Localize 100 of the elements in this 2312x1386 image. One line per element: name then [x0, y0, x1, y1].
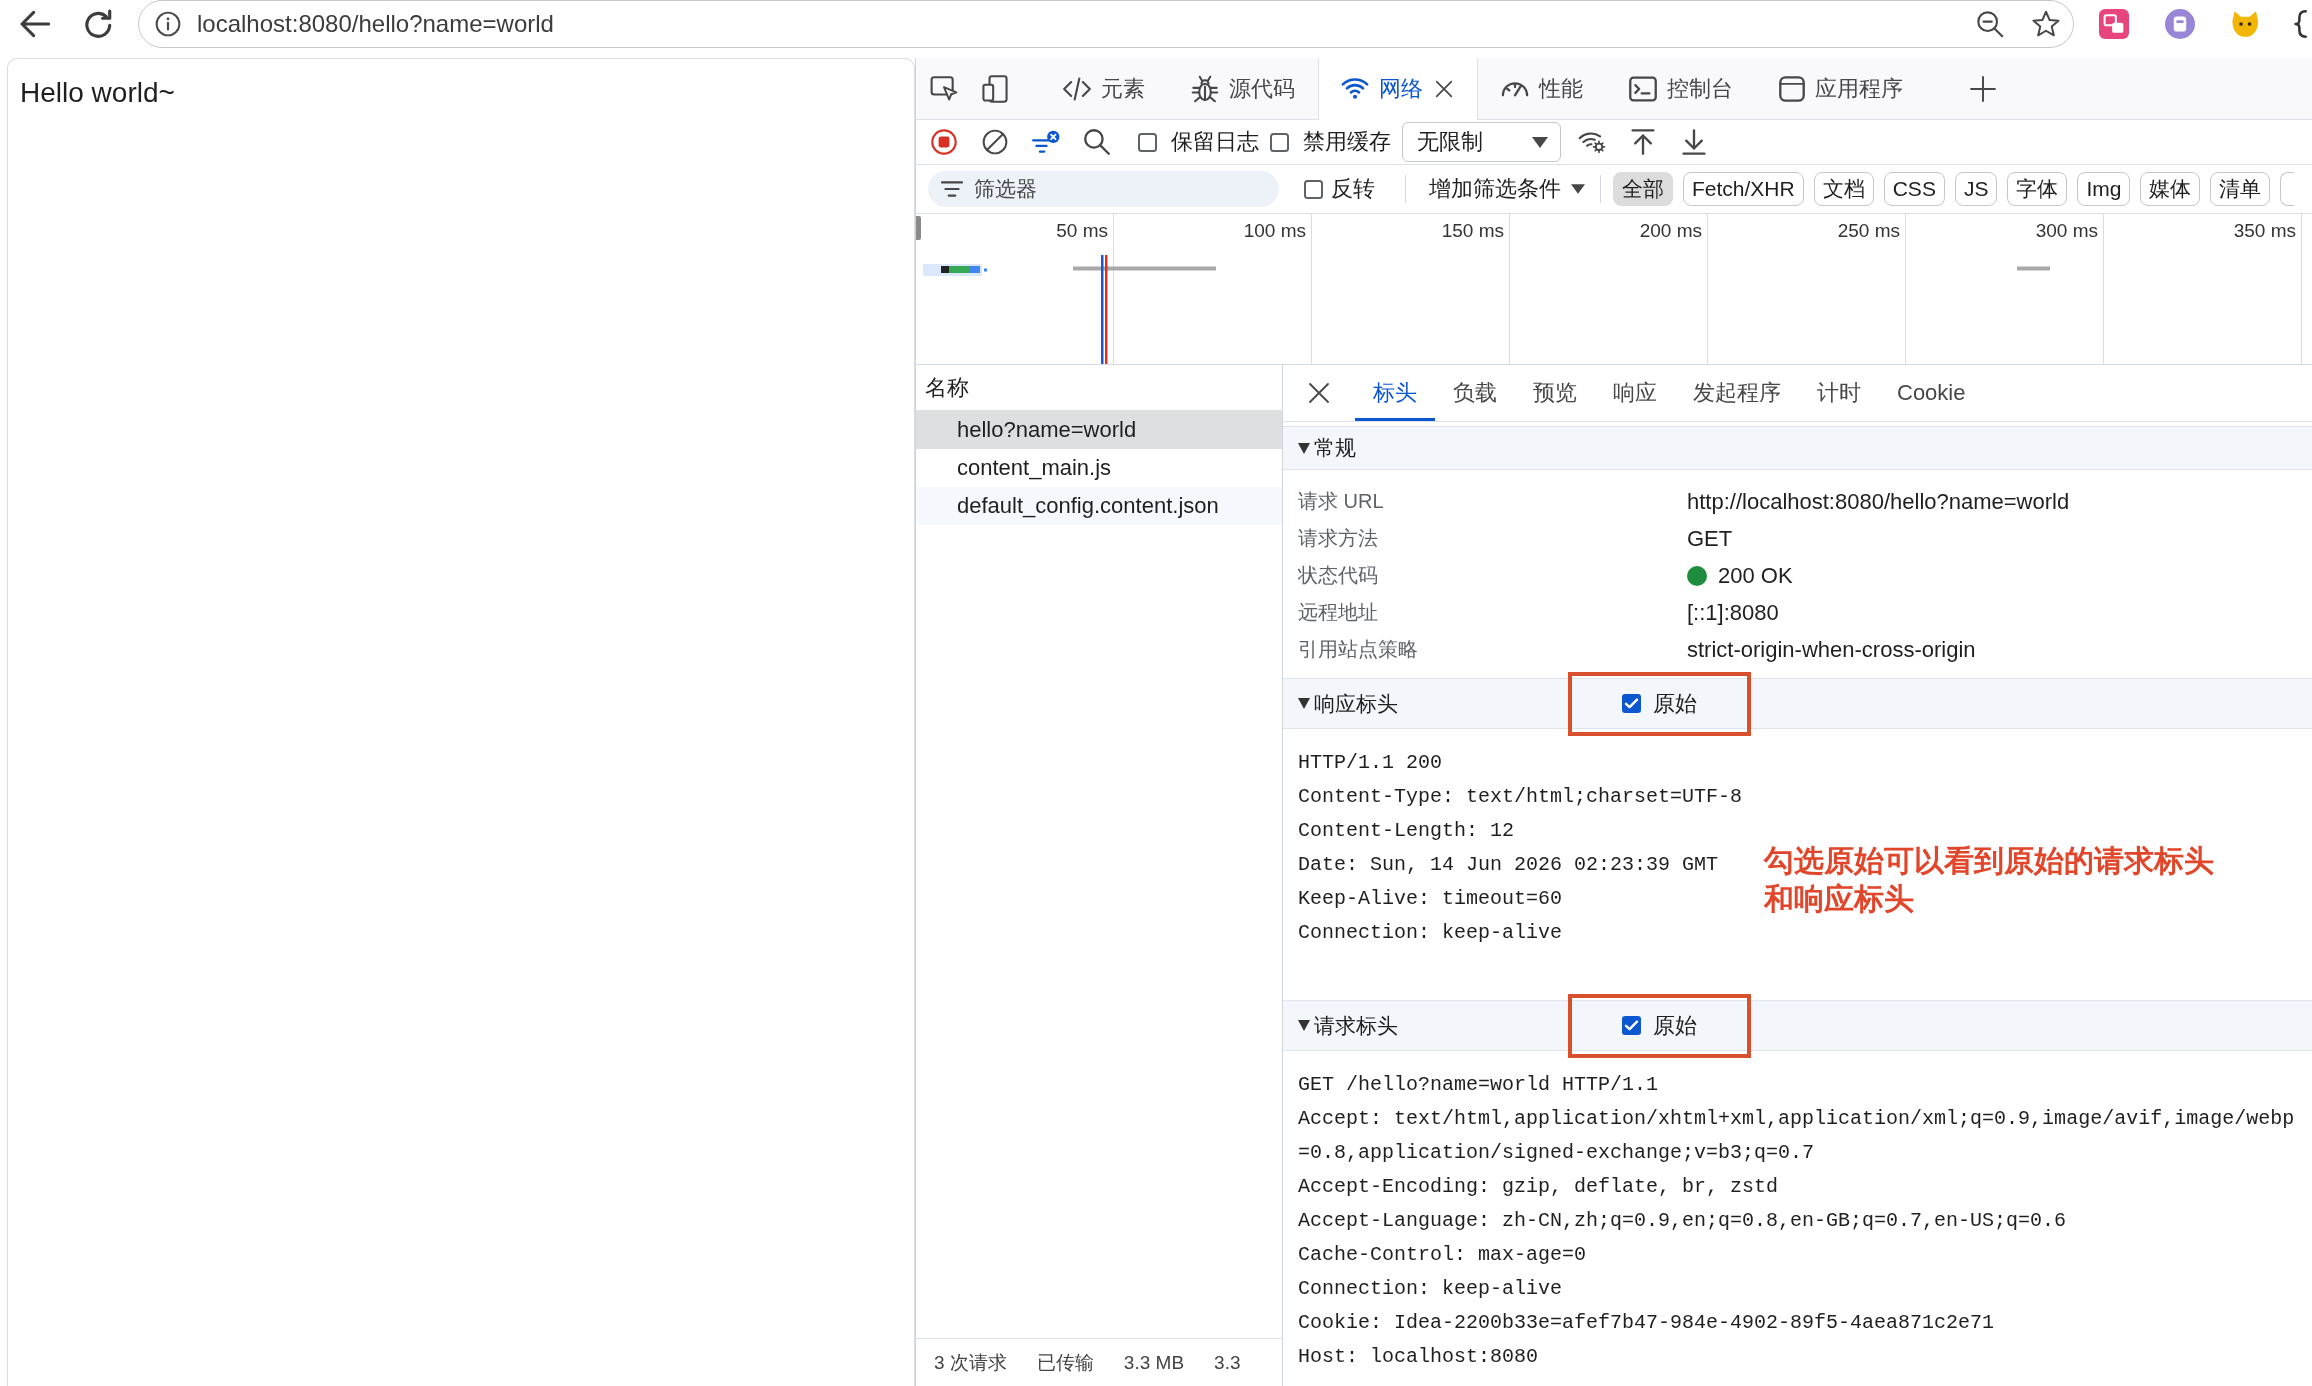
address-bar[interactable]: localhost:8080/hello?name=world [138, 0, 2074, 48]
close-icon[interactable] [1307, 381, 1331, 405]
time-tick-label: 200 ms [1639, 220, 1702, 242]
panel-tab[interactable]: 应用程序 [1756, 58, 1926, 119]
detail-tab[interactable]: 负载 [1435, 365, 1515, 421]
range-handle[interactable] [916, 216, 921, 240]
star-icon[interactable] [2032, 10, 2060, 38]
field-label: 状态代码 [1298, 563, 1379, 588]
device-icon[interactable] [982, 74, 1008, 103]
raw-header-line: Cookie: Idea-2200b33e=afef7b47-984e-4902-89f5-4aea871c2e71 [1298, 1310, 1996, 1336]
filter-chip[interactable]: 全部 [1613, 172, 1673, 206]
field-label: 引用站点策略 [1298, 637, 1419, 662]
checkbox-label[interactable]: 反转 [1331, 174, 1375, 204]
checkbox-label[interactable]: 原始 [1653, 688, 1697, 719]
section-title[interactable]: 响应标头 [1314, 689, 1398, 718]
field-label: 远程地址 [1298, 600, 1379, 625]
raw-header-line: Connection: keep-alive [1298, 1276, 1564, 1302]
caret-down-icon [1532, 136, 1548, 148]
filter-chip[interactable]: CSS [1883, 172, 1945, 206]
inspect-icon[interactable] [930, 75, 958, 102]
section-title[interactable]: 常规 [1314, 434, 1356, 462]
checkbox[interactable] [1622, 1016, 1641, 1035]
expand-triangle-icon[interactable] [1298, 442, 1310, 454]
request-row[interactable]: default_config.content.json [916, 487, 1282, 525]
filter-chip[interactable]: Img [2077, 172, 2131, 206]
field-label: 请求 URL [1298, 489, 1385, 514]
detail-tab[interactable]: 预览 [1515, 365, 1595, 421]
filter-icon[interactable] [1032, 130, 1060, 154]
detail-tab[interactable]: 标头 [1355, 365, 1435, 421]
time-tick-label: 150 ms [1441, 220, 1504, 242]
filter-chip[interactable]: 清单 [2210, 172, 2271, 206]
raw-header-line: Connection: keep-alive [1298, 920, 1564, 946]
gauge-icon [1501, 80, 1529, 97]
panel-tab[interactable]: 性能 [1478, 58, 1606, 119]
expand-triangle-icon[interactable] [1298, 698, 1310, 709]
field-value: strict-origin-when-cross-origin [1687, 636, 1976, 663]
window-icon [1779, 75, 1805, 102]
detail-tab[interactable]: 响应 [1595, 365, 1675, 421]
annotation-text: 勾选原始可以看到原始的请求标头 和响应标头 [1764, 843, 2215, 917]
filter-chip[interactable]: 媒体 [2140, 172, 2201, 206]
raw-header-line: Date: Sun, 14 Jun 2026 02:23:39 GMT [1298, 852, 1720, 878]
terminal-icon [1629, 75, 1657, 102]
checkbox-label[interactable]: 保留日志 [1171, 127, 1259, 157]
section-title[interactable]: 请求标头 [1314, 1011, 1398, 1040]
request-row[interactable]: hello?name=world [916, 411, 1282, 449]
request-row[interactable]: content_main.js [916, 449, 1282, 487]
checkbox[interactable] [1304, 179, 1323, 199]
plus-icon[interactable] [1970, 75, 1996, 102]
wifi-icon [1341, 78, 1369, 100]
back-arrow-icon[interactable] [20, 10, 50, 38]
checkbox-label[interactable]: 禁用缓存 [1303, 127, 1391, 157]
raw-header-line: =0.8,application/signed-exchange;v=b3;q=0.7 [1298, 1140, 1816, 1166]
checkbox[interactable] [1138, 132, 1157, 152]
close-icon[interactable] [1433, 78, 1455, 100]
zoom-out-icon[interactable] [1976, 10, 2004, 38]
brace-icon[interactable] [2293, 10, 2307, 38]
time-tick-label: 300 ms [2035, 220, 2098, 242]
checkbox[interactable] [1270, 132, 1289, 152]
time-tick-label: 50 ms [1056, 220, 1108, 242]
search-icon[interactable] [1084, 129, 1110, 155]
panel-tab[interactable]: 元素 [1040, 58, 1168, 119]
filter-chip[interactable]: 字体 [2007, 172, 2068, 206]
upload-icon[interactable] [1631, 129, 1655, 155]
filter-chip[interactable]: JS [1954, 172, 1998, 206]
code-icon [1063, 76, 1091, 101]
panel-tab[interactable]: 源代码 [1168, 58, 1318, 119]
throttling-dropdown[interactable]: 无限制 [1402, 122, 1561, 162]
checkbox[interactable] [1622, 694, 1641, 713]
checkbox-label[interactable]: 原始 [1653, 1010, 1697, 1041]
raw-header-line: Accept: text/html,application/xhtml+xml,application/xml;q=0.9,image/avif,image/webp [1298, 1106, 2295, 1132]
raw-header-line: Accept-Language: zh-CN,zh;q=0.9,en;q=0.8,en-GB;q=0.7,en-US;q=0.6 [1298, 1208, 2068, 1234]
detail-tab[interactable]: Cookie [1879, 365, 1984, 421]
field-value: http://localhost:8080/hello?name=world [1687, 488, 2070, 515]
wifi-gear-icon[interactable] [1578, 129, 1606, 155]
filter-chip[interactable]: 文档 [1813, 172, 1874, 206]
extension-tile-icon[interactable] [2099, 9, 2129, 39]
panel-tab[interactable]: 控制台 [1606, 58, 1756, 119]
download-icon[interactable] [1682, 129, 1706, 155]
raw-header-line: Content-Type: text/html;charset=UTF-8 [1298, 784, 1743, 810]
info-icon[interactable] [155, 11, 181, 37]
detail-tab[interactable]: 计时 [1799, 365, 1879, 421]
filter-chip[interactable]: Fetch/XHR [1683, 172, 1804, 206]
raw-header-line: Host: localhost:8080 [1298, 1344, 1540, 1370]
record-icon[interactable] [931, 129, 957, 155]
filter-field[interactable]: 筛选器 [928, 171, 1279, 207]
raw-header-line: Content-Length: 12 [1298, 818, 1516, 844]
add-filter-dropdown[interactable]: 增加筛选条件 [1429, 174, 1585, 204]
panel-tab[interactable]: 网络 [1318, 58, 1478, 120]
field-value: 200 OK [1718, 562, 1793, 589]
detail-tab[interactable]: 发起程序 [1675, 365, 1799, 421]
status-text: 3 次请求 [934, 1350, 1007, 1375]
clear-icon[interactable] [982, 129, 1008, 155]
time-tick-label: 250 ms [1837, 220, 1900, 242]
expand-triangle-icon[interactable] [1298, 1020, 1310, 1031]
reload-icon[interactable] [85, 9, 113, 39]
caret-down-icon [1571, 184, 1585, 194]
field-value: [::1]:8080 [1687, 599, 1779, 626]
column-header[interactable]: 名称 [925, 372, 969, 403]
extension-icon[interactable] [2165, 9, 2195, 39]
cat-icon[interactable] [2231, 9, 2261, 39]
